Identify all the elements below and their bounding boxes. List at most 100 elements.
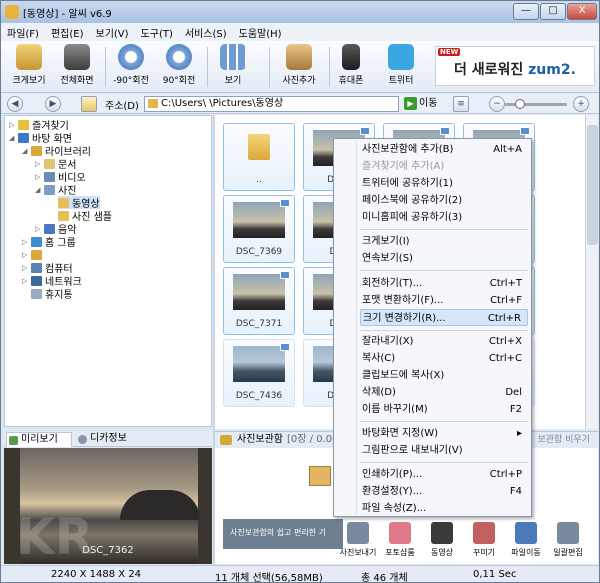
rotate-right-button[interactable]: 90°회전 <box>153 44 205 90</box>
scrollbar-thumb[interactable] <box>587 125 598 245</box>
minimize-button[interactable]: — <box>513 3 539 20</box>
tree-item-libraries[interactable]: ◢ 라이브러리 <box>22 144 91 158</box>
back-button[interactable]: ◀ <box>7 96 23 112</box>
menu-item-copy[interactable]: 복사(C) Ctrl+C <box>360 350 528 367</box>
menu-item-set-wallpaper[interactable]: 바탕화면 지정(W) ▸ <box>360 425 528 442</box>
menu-separator <box>360 330 528 331</box>
music-icon <box>44 223 55 234</box>
folder-tree: ▷ 즐겨찾기 ◢ 바탕 화면 ◢ 라이브러리 ▷ 문서 ▷ 비디오 ◢ 사진 동영상 사진 … <box>4 115 212 427</box>
menu-tools[interactable]: 도구(T) <box>141 25 173 40</box>
add-photo-button[interactable]: 사진추가 <box>273 44 325 90</box>
rotate-right-icon <box>166 44 192 70</box>
menu-item-share-twitter[interactable]: 트위터에 공유하기(1) <box>360 175 528 192</box>
menu-item-export-paint[interactable]: 그림판으로 내보내기(V) <box>360 442 528 459</box>
address-input[interactable]: C:\Users\ \Pictures\동영상 <box>144 96 399 112</box>
twitter-button[interactable]: 트위터 <box>375 44 427 90</box>
left-panel-tabs: 미리보기 디카정보 <box>4 431 212 447</box>
fullscreen-icon <box>64 44 90 70</box>
rotate-left-button[interactable]: -90°회전 <box>105 44 157 90</box>
close-button[interactable]: X <box>567 3 597 20</box>
menu-service[interactable]: 서비스(S) <box>185 25 227 40</box>
photoshop-room-button[interactable]: 포토샵룸 <box>379 522 421 562</box>
menu-item-delete[interactable]: 삭제(D) Del <box>360 384 528 401</box>
preview-icon <box>9 436 18 445</box>
menu-item-file-properties[interactable]: 파일 속성(Z)... <box>360 500 528 517</box>
tree-item-pictures[interactable]: ◢ 사진 <box>35 183 76 197</box>
photo-badge-icon <box>440 127 450 135</box>
folder-icon <box>248 134 270 160</box>
menu-separator <box>360 462 528 463</box>
thumbnail[interactable]: DSC_7436 <box>223 339 295 407</box>
fullscreen-button[interactable]: 전체화면 <box>51 44 103 90</box>
decorate-button[interactable]: 꾸미기 <box>463 522 505 562</box>
thumbnail[interactable]: DSC_7371 <box>223 267 295 335</box>
tree-item-homegroup[interactable]: ▷ 홈 그룹 <box>22 235 76 249</box>
tab-preview[interactable]: 미리보기 <box>6 432 72 447</box>
zum-ad-banner[interactable]: NEW 더 새로워진 zum2. <box>435 46 595 86</box>
menu-item-cut[interactable]: 잘라내기(X) Ctrl+X <box>360 333 528 350</box>
star-icon <box>18 119 29 130</box>
folder-icon <box>58 197 69 208</box>
computer-icon <box>31 262 42 273</box>
tree-item-user[interactable]: ▷ <box>22 248 45 261</box>
pictures-icon <box>44 184 55 195</box>
user-folder-icon <box>31 249 42 260</box>
zoom-slider-thumb[interactable] <box>515 99 525 109</box>
go-button[interactable]: ▶ 이동 <box>403 96 443 112</box>
video-button[interactable]: 동영상 <box>421 522 463 562</box>
preview-pane: KR DSC_7362 <box>4 448 212 564</box>
menu-item-share-facebook[interactable]: 페이스북에 공유하기(2) <box>360 192 528 209</box>
album-title: 사진보관함 <box>237 434 283 445</box>
twitter-icon <box>388 44 414 70</box>
thumbnail-parent-folder[interactable]: .. <box>223 123 295 191</box>
mobile-button[interactable]: 휴대폰 <box>325 44 377 90</box>
zum-ad-text: 더 새로워진 zum2. <box>454 62 576 78</box>
forward-button[interactable]: ▶ <box>45 96 61 112</box>
menu-item-copy-clipboard[interactable]: 클립보드에 복사(X) <box>360 367 528 384</box>
menu-item-add-favorite[interactable]: 즐겨찾기에 추가(A) <box>360 158 528 175</box>
view-mode-button[interactable]: 보기 <box>207 44 259 90</box>
zoom-in-icon[interactable]: + <box>573 96 589 112</box>
menu-item-view-large[interactable]: 크게보기(I) <box>360 233 528 250</box>
menu-item-settings[interactable]: 환경설정(Y)... F4 <box>360 483 528 500</box>
grid-view-icon <box>220 44 246 70</box>
maximize-button[interactable]: □ <box>540 3 566 20</box>
vertical-scrollbar[interactable] <box>585 115 598 429</box>
menu-item-slideshow[interactable]: 연속보기(S) <box>360 250 528 267</box>
up-folder-icon[interactable] <box>81 96 97 112</box>
menu-item-convert-format[interactable]: 포맷 변환하기(F)... Ctrl+F <box>360 292 528 309</box>
menu-item-rotate[interactable]: 회전하기(T)... Ctrl+T <box>360 275 528 292</box>
menu-separator <box>360 421 528 422</box>
batch-edit-button[interactable]: 일괄편집 <box>547 522 589 562</box>
menu-separator <box>360 229 528 230</box>
menu-item-share-minihompy[interactable]: 미니홈피에 공유하기(3) <box>360 209 528 226</box>
menu-item-rename[interactable]: 이름 바꾸기(M) F2 <box>360 401 528 418</box>
layout-menu-icon[interactable]: ≡ <box>453 96 469 112</box>
send-photo-button[interactable]: 사진보내기 <box>337 522 379 562</box>
view-large-button[interactable]: 크게보기 <box>3 44 55 90</box>
menu-help[interactable]: 도움말(H) <box>239 25 282 40</box>
address-label: 주소(D) <box>105 101 139 112</box>
status-time: 0,11 Sec <box>473 569 517 580</box>
preview-caption: DSC_7362 <box>82 545 134 556</box>
tree-item-trash[interactable]: 휴지통 <box>22 287 73 301</box>
app-icon <box>5 5 19 19</box>
menu-view[interactable]: 보기(V) <box>96 25 129 40</box>
desktop-icon <box>18 132 29 143</box>
photo-badge-icon <box>280 343 290 351</box>
tab-camera-info[interactable]: 디카정보 <box>76 432 146 447</box>
zoom-out-icon[interactable]: − <box>489 96 505 112</box>
menu-edit[interactable]: 편집(E) <box>51 25 84 40</box>
documents-icon <box>44 158 55 169</box>
mobile-phone-icon <box>342 44 360 70</box>
thumbnail[interactable]: DSC_7369 <box>223 195 295 263</box>
status-dimensions: 2240 X 1488 X 24 <box>51 569 142 580</box>
menu-file[interactable]: 파일(F) <box>7 25 39 40</box>
menu-item-print[interactable]: 인쇄하기(P)... Ctrl+P <box>360 466 528 483</box>
zoom-slider[interactable] <box>505 99 567 109</box>
menu-item-add-album[interactable]: 사진보관함에 추가(B) Alt+A <box>360 141 528 158</box>
empty-album-button[interactable]: 보관함 비우기 <box>537 433 590 448</box>
move-file-button[interactable]: 파일이동 <box>505 522 547 562</box>
trash-icon <box>31 288 42 299</box>
menu-item-resize[interactable]: 크기 변경하기(R)... Ctrl+R <box>360 309 528 326</box>
